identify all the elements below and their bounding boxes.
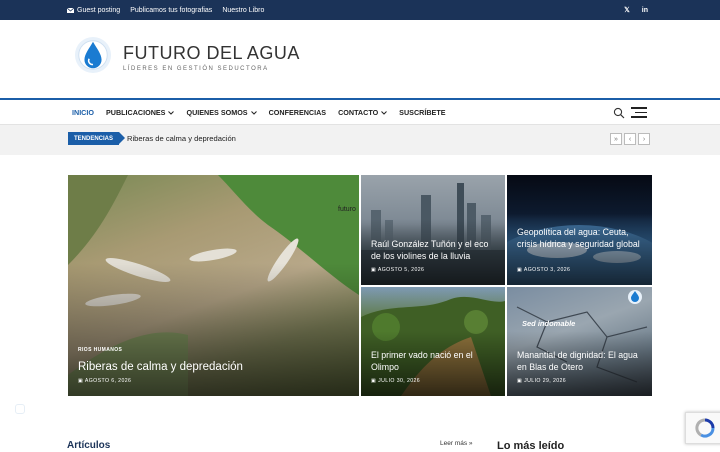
menu-toggle-icon[interactable]: [631, 107, 647, 118]
card-title[interactable]: Riberas de calma y depredación: [78, 360, 349, 374]
site-tagline: LÍDERES EN GESTIÓN SEDUCTORA: [123, 66, 269, 72]
faded-widget-icon: [15, 404, 25, 414]
card-date-text: JULIO 30, 2026: [378, 378, 421, 384]
nav-item-label: INICIO: [72, 108, 94, 117]
site-title[interactable]: FUTURO DEL AGUA: [123, 43, 300, 64]
nav-item-publicaciones[interactable]: PUBLICACIONES: [106, 108, 175, 117]
nav-item-conferencias[interactable]: CONFERENCIAS: [269, 108, 327, 117]
card-title[interactable]: Manantial de dignidad: El agua en Blas d…: [517, 349, 642, 373]
social-links: 𝕏 in: [624, 0, 648, 20]
trending-bar: TENDENCIAS Riberas de calma y depredació…: [0, 125, 720, 155]
trending-headline[interactable]: Riberas de calma y depredación: [127, 134, 236, 143]
read-more-label: Leer más: [440, 440, 468, 447]
trending-next-button[interactable]: ›: [638, 133, 650, 145]
calendar-icon: ▣: [78, 378, 84, 384]
card-title[interactable]: Raúl González Tuñón y el eco de los viol…: [371, 238, 495, 262]
trending-pause-button[interactable]: »: [610, 133, 622, 145]
card-date: ▣ AGOSTO 3, 2026: [517, 267, 570, 273]
trending-controls: » ‹ ›: [610, 133, 650, 145]
chevron-down-icon: [381, 110, 388, 115]
nav-item-suscribete[interactable]: SUSCRÍBETE: [399, 108, 445, 117]
calendar-icon: ▣: [517, 378, 523, 384]
card-title[interactable]: El primer vado nació en el Olimpo: [371, 349, 495, 373]
card-date-text: AGOSTO 6, 2026: [84, 378, 132, 384]
recaptcha-badge[interactable]: [685, 412, 720, 444]
nav-item-label: CONFERENCIAS: [268, 108, 327, 117]
x-icon[interactable]: 𝕏: [624, 6, 630, 14]
chevron-down-icon: [250, 110, 257, 115]
card-title[interactable]: Geopolítica del agua: Ceuta, crisis hídr…: [517, 226, 642, 250]
card-date: ▣ JULIO 29, 2026: [517, 378, 566, 384]
card-date: ▣ AGOSTO 5, 2026: [371, 267, 424, 273]
featured-card-1[interactable]: futuro RIOS HUMANOS Riberas de calma y d…: [68, 175, 359, 396]
calendar-icon: ▣: [517, 267, 523, 273]
top-link-guest-posting[interactable]: Guest posting: [67, 7, 120, 14]
linkedin-icon[interactable]: in: [642, 7, 648, 14]
calendar-icon: ▣: [371, 267, 377, 273]
calendar-icon: ▣: [371, 378, 377, 384]
card-date: ▣ AGOSTO 6, 2026: [78, 378, 131, 384]
double-chevron-right-icon: »: [468, 440, 473, 447]
recaptcha-icon: [695, 418, 715, 438]
nav-item-contacto[interactable]: CONTACTO: [338, 108, 388, 117]
image-watermark-text: Sed indomable: [522, 319, 576, 328]
image-caption-text: futuro: [338, 206, 356, 213]
nav-item-label: PUBLICACIONES: [105, 108, 166, 117]
read-more-link[interactable]: Leer más »: [440, 440, 473, 447]
card-date-text: AGOSTO 5, 2026: [377, 267, 425, 273]
trending-prev-button[interactable]: ‹: [624, 133, 636, 145]
featured-card-5[interactable]: Sed indomable Manantial de dignidad: El …: [507, 287, 652, 396]
nav-item-inicio[interactable]: INICIO: [72, 108, 94, 117]
featured-card-4[interactable]: El primer vado nació en el Olimpo ▣ JULI…: [361, 287, 505, 396]
section-title: Artículos: [67, 440, 111, 451]
nav-menu: INICIO PUBLICACIONES QUIENES SOMOS CONFE…: [72, 100, 446, 125]
featured-card-2[interactable]: Raúl González Tuñón y el eco de los viol…: [361, 175, 505, 285]
search-icon[interactable]: [613, 107, 625, 119]
card-category[interactable]: RIOS HUMANOS: [78, 347, 122, 353]
nav-item-label: SUSCRÍBETE: [399, 108, 446, 117]
main-nav: INICIO PUBLICACIONES QUIENES SOMOS CONFE…: [0, 98, 720, 125]
top-link-book[interactable]: Nuestro Libro: [222, 7, 264, 14]
nav-item-label: CONTACTO: [338, 108, 379, 117]
chevron-down-icon: [168, 110, 175, 115]
top-bar: Guest posting Publicamos tus fotografias…: [0, 0, 720, 20]
top-link-label: Guest posting: [77, 6, 121, 14]
nav-item-label: QUIENES SOMOS: [186, 108, 248, 117]
sidebar-title: Lo más leído: [497, 440, 565, 452]
card-date-text: JULIO 29, 2026: [524, 378, 567, 384]
featured-grid: futuro RIOS HUMANOS Riberas de calma y d…: [68, 175, 652, 396]
site-header: FUTURO DEL AGUA LÍDERES EN GESTIÓN SEDUC…: [0, 20, 720, 98]
card-date: ▣ JULIO 30, 2026: [371, 378, 420, 384]
card-shade: [68, 263, 359, 396]
nav-item-quienes-somos[interactable]: QUIENES SOMOS: [186, 108, 257, 117]
featured-card-3[interactable]: Geopolítica del agua: Ceuta, crisis hídr…: [507, 175, 652, 285]
mail-icon: [67, 7, 74, 13]
top-links: Guest posting Publicamos tus fotografias…: [67, 0, 264, 20]
trending-badge: TENDENCIAS: [68, 132, 126, 145]
card-date-text: AGOSTO 3, 2026: [523, 267, 571, 273]
water-drop-logo-icon[interactable]: [74, 36, 112, 74]
top-link-photos[interactable]: Publicamos tus fotografias: [130, 7, 212, 14]
